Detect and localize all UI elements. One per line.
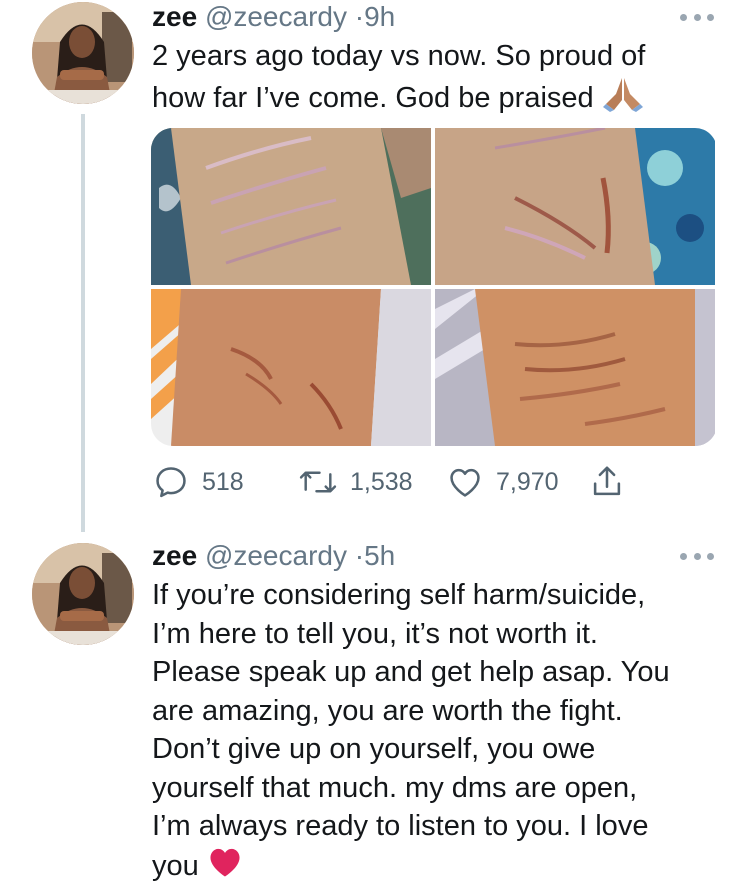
like-count: 7,970: [496, 468, 559, 497]
timestamp[interactable]: 5h: [364, 540, 395, 571]
share-button[interactable]: [588, 462, 626, 502]
tweet-text-line: are amazing, you are worth the fight.: [152, 692, 712, 731]
tweet-text-line: I’m always ready to listen to you. I lov…: [152, 807, 712, 846]
tweet-header: zee @zeecardy ·9h: [152, 0, 395, 34]
media-grid[interactable]: [151, 128, 717, 446]
tweet-text-line: you: [152, 849, 199, 881]
like-button[interactable]: 7,970: [446, 462, 559, 502]
more-options-icon[interactable]: [680, 12, 714, 22]
avatar[interactable]: [32, 543, 134, 645]
tweet-text: 2 years ago today vs now. So proud of ho…: [152, 37, 712, 122]
tweet-text-line-with-emoji: how far I’ve come. God be praised: [152, 76, 712, 123]
reply-count: 518: [202, 468, 244, 497]
tweet-1[interactable]: zee @zeecardy ·9h 2 years ago today vs n…: [0, 0, 750, 535]
red-heart-icon: [207, 846, 243, 888]
tweet-text-line: Don’t give up on yourself, you owe: [152, 730, 712, 769]
reply-icon: [152, 463, 190, 501]
photo-3[interactable]: [151, 289, 431, 446]
tweet-text-line: 2 years ago today vs now. So proud of: [152, 37, 712, 76]
display-name[interactable]: zee: [152, 540, 197, 571]
timestamp[interactable]: 9h: [364, 1, 395, 32]
thread-line: [81, 114, 85, 532]
tweet-text-line: I’m here to tell you, it’s not worth it.: [152, 615, 712, 654]
tweet-text-line: how far I’ve come. God be praised: [152, 81, 594, 113]
more-options-icon[interactable]: [680, 551, 714, 561]
heart-icon: [446, 463, 484, 501]
tweet-2[interactable]: zee @zeecardy ·5h If you’re considering …: [0, 535, 750, 872]
tweet-text-line-with-emoji: you: [152, 846, 712, 888]
praying-hands-icon: [602, 76, 644, 123]
tweet-text-line: If you’re considering self harm/suicide,: [152, 576, 712, 615]
reply-button[interactable]: 518: [152, 462, 244, 502]
tweet-header: zee @zeecardy ·5h: [152, 539, 395, 573]
tweet-text: If you’re considering self harm/suicide,…: [152, 576, 712, 888]
tweet-text-line: yourself that much. my dms are open,: [152, 769, 712, 808]
photo-4[interactable]: [435, 289, 715, 446]
user-handle[interactable]: @zeecardy: [205, 1, 347, 32]
display-name[interactable]: zee: [152, 1, 197, 32]
separator-dot: ·: [355, 540, 364, 571]
photo-1[interactable]: [151, 128, 431, 285]
share-icon: [588, 463, 626, 501]
tweet-text-line: Please speak up and get help asap. You: [152, 653, 712, 692]
retweet-count: 1,538: [350, 468, 413, 497]
separator-dot: ·: [355, 1, 364, 32]
retweet-button[interactable]: 1,538: [298, 462, 413, 502]
photo-2[interactable]: [435, 128, 715, 285]
retweet-icon: [298, 463, 338, 501]
user-handle[interactable]: @zeecardy: [205, 540, 347, 571]
avatar[interactable]: [32, 2, 134, 104]
